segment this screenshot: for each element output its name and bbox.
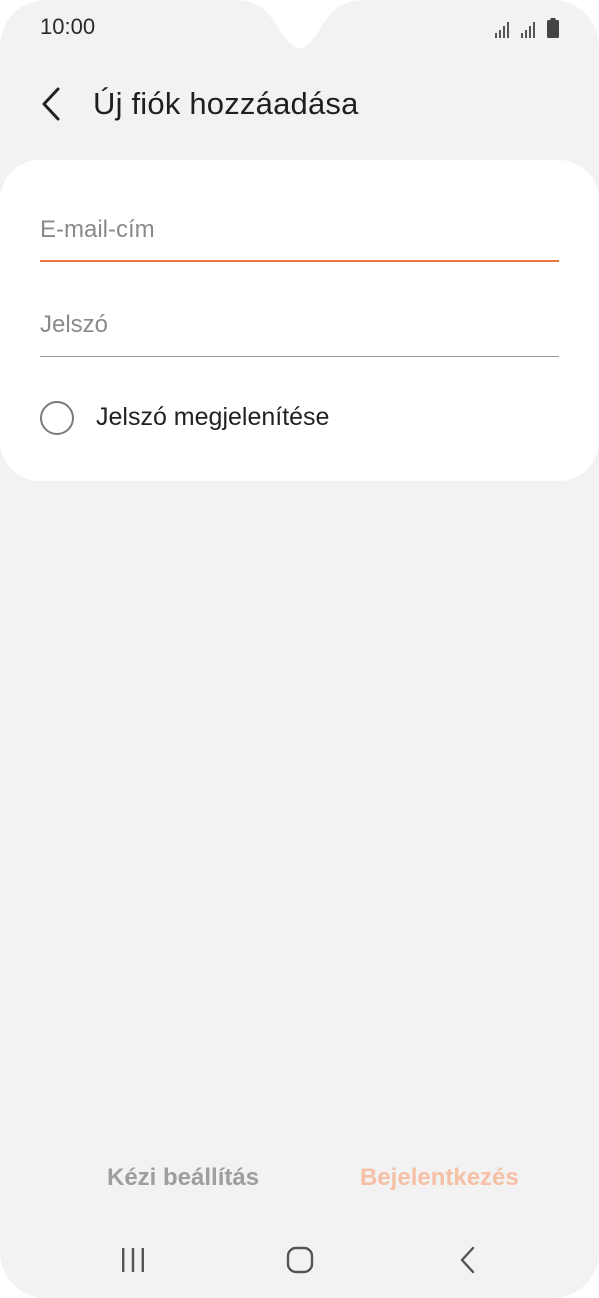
email-placeholder: E-mail-cím — [40, 216, 155, 243]
password-placeholder: Jelszó — [40, 311, 109, 338]
sign-in-button[interactable]: Bejelentkezés — [360, 1164, 519, 1192]
back-icon — [460, 1246, 475, 1274]
status-icons — [495, 16, 559, 38]
password-field[interactable]: Jelszó — [40, 301, 559, 357]
password-underline — [40, 356, 559, 357]
email-field[interactable]: E-mail-cím — [40, 206, 559, 262]
show-password-toggle[interactable]: Jelszó megjelenítése — [40, 400, 559, 436]
status-time: 10:00 — [40, 14, 96, 39]
app-header: Új fiók hozzáadása — [0, 72, 599, 136]
back-button[interactable] — [443, 1238, 493, 1282]
show-password-checkbox[interactable] — [40, 401, 74, 435]
phone-screen: 10:00 Új fiók hozzáadása E-mail-cím Jels… — [0, 0, 599, 1298]
status-bar: 10:00 — [0, 0, 599, 56]
signal-icon — [521, 22, 535, 38]
email-underline — [40, 260, 559, 262]
home-icon — [286, 1246, 314, 1274]
page-title: Új fiók hozzáadása — [93, 86, 359, 121]
login-form-card: E-mail-cím Jelszó Jelszó megjelenítése — [0, 160, 599, 481]
signal-icon — [495, 22, 509, 38]
manual-setup-button[interactable]: Kézi beállítás — [107, 1164, 259, 1192]
chevron-left-icon[interactable] — [36, 84, 66, 124]
show-password-label: Jelszó megjelenítése — [96, 403, 330, 431]
bottom-actions: Kézi beállítás Bejelentkezés — [0, 1160, 599, 1200]
recents-button[interactable] — [108, 1238, 158, 1282]
home-button[interactable] — [275, 1238, 325, 1282]
navigation-bar — [0, 1228, 599, 1288]
battery-icon — [547, 18, 559, 38]
recents-icon — [122, 1248, 144, 1272]
